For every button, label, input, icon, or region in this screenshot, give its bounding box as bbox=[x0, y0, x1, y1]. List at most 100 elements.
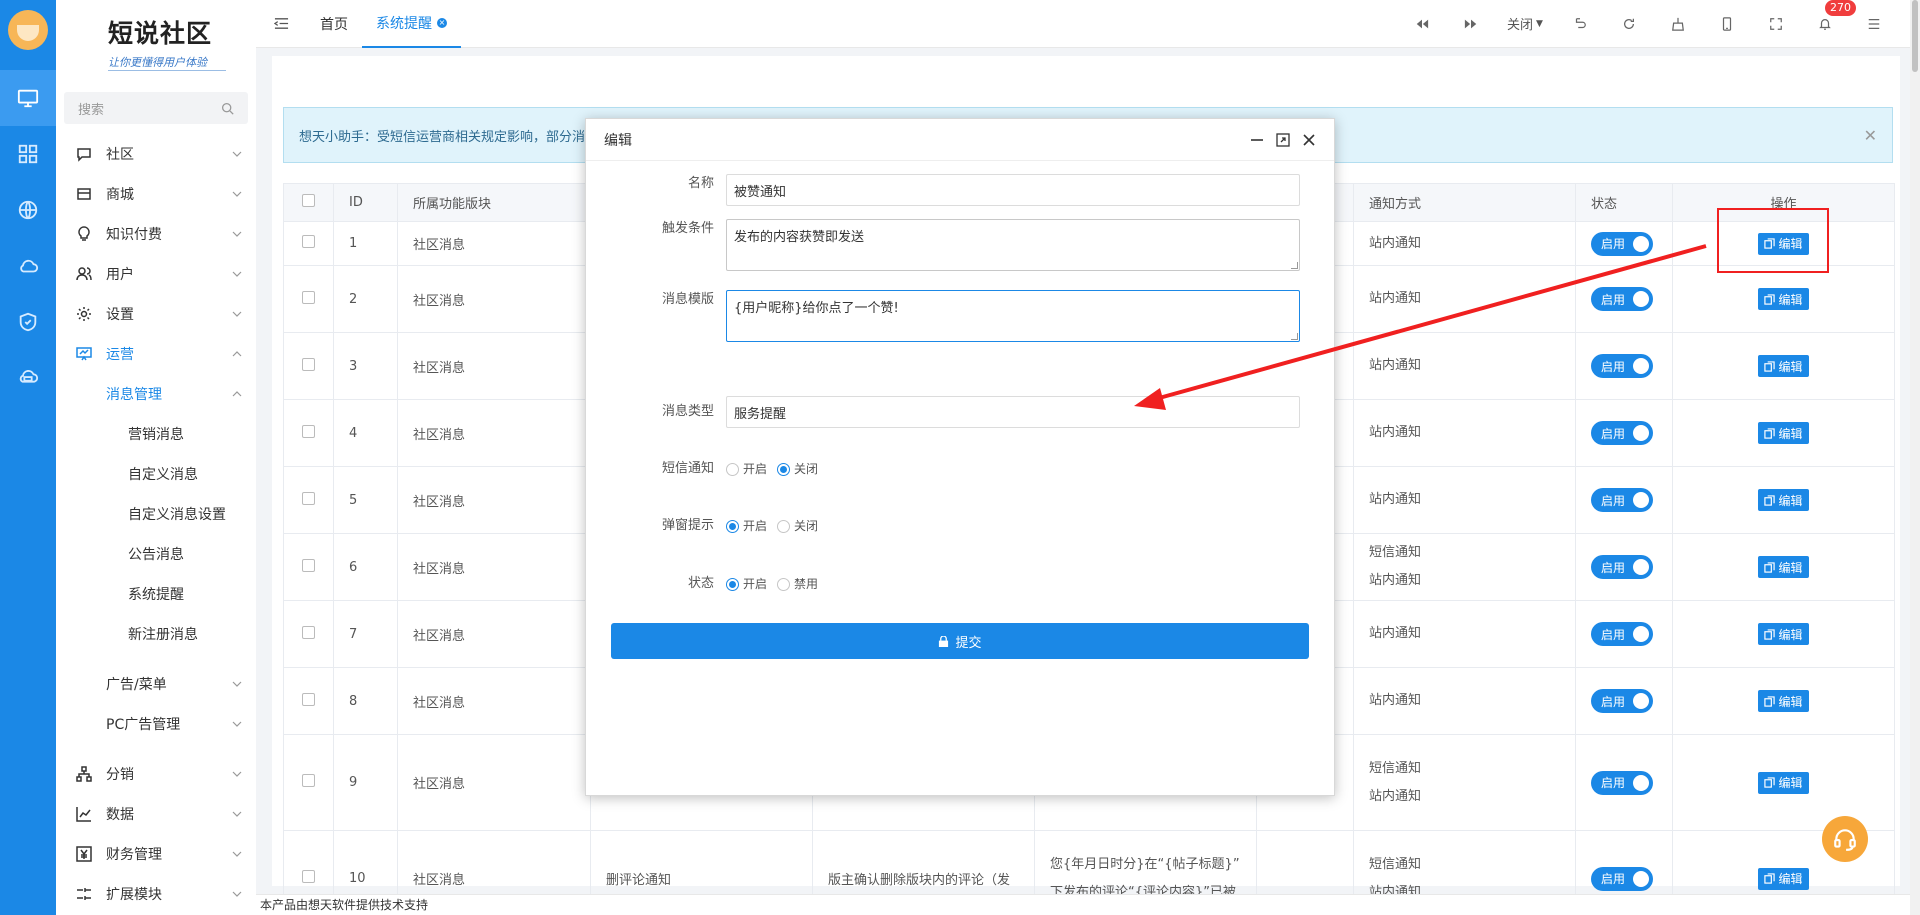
menu-data[interactable]: 数据 bbox=[56, 794, 256, 834]
tab-system-reminder[interactable]: 系统提醒 × bbox=[362, 0, 461, 48]
row-checkbox[interactable] bbox=[302, 424, 315, 438]
status-toggle[interactable]: 启用 bbox=[1591, 622, 1653, 646]
menu-distribution[interactable]: 分销 bbox=[56, 754, 256, 794]
more-menu-button[interactable] bbox=[1849, 17, 1898, 31]
row-checkbox-cell[interactable] bbox=[283, 533, 334, 601]
menu-new-registration-messages[interactable]: 新注册消息 bbox=[56, 614, 256, 654]
menu-message-management[interactable]: 消息管理 bbox=[56, 374, 256, 414]
status-toggle[interactable]: 启用 bbox=[1591, 555, 1653, 579]
menu-mall[interactable]: 商城 bbox=[56, 174, 256, 214]
row-checkbox-cell[interactable] bbox=[283, 667, 334, 735]
menu-custom-message-settings[interactable]: 自定义消息设置 bbox=[56, 494, 256, 534]
row-checkbox[interactable] bbox=[302, 357, 315, 371]
row-checkbox[interactable] bbox=[302, 625, 315, 639]
row-checkbox-cell[interactable] bbox=[283, 600, 334, 668]
row-checkbox-cell[interactable] bbox=[283, 399, 334, 467]
menu-pc-ads[interactable]: PC广告管理 bbox=[56, 704, 256, 744]
edit-button[interactable]: 编辑 bbox=[1758, 623, 1809, 645]
notifications-button[interactable]: 270 bbox=[1800, 0, 1856, 31]
menu-community[interactable]: 社区 bbox=[56, 134, 256, 174]
row-checkbox[interactable] bbox=[302, 558, 315, 572]
edit-button[interactable]: 编辑 bbox=[1758, 288, 1809, 310]
menu-extensions[interactable]: 扩展模块 bbox=[56, 874, 256, 914]
status-on-radio[interactable] bbox=[726, 577, 739, 591]
status-toggle[interactable]: 启用 bbox=[1591, 770, 1653, 795]
close-tabs-dropdown[interactable]: 关闭 ▼ bbox=[1495, 14, 1555, 33]
popup-on-radio[interactable] bbox=[726, 519, 739, 533]
menu-search-input[interactable]: 搜索 bbox=[64, 92, 248, 124]
status-toggle[interactable]: 启用 bbox=[1591, 287, 1653, 311]
maximize-icon[interactable] bbox=[1276, 132, 1290, 147]
sms-on-label[interactable]: 开启 bbox=[743, 459, 767, 479]
close-icon[interactable] bbox=[1302, 133, 1316, 147]
scroll-left-button[interactable] bbox=[1397, 17, 1446, 31]
status-toggle[interactable]: 启用 bbox=[1591, 354, 1653, 378]
brand-avatar-logo[interactable] bbox=[8, 10, 48, 50]
popup-on-label[interactable]: 开启 bbox=[743, 516, 767, 536]
resize-grip-icon[interactable] bbox=[1291, 333, 1298, 340]
row-checkbox-cell[interactable] bbox=[283, 734, 334, 831]
edit-button[interactable]: 编辑 bbox=[1758, 771, 1809, 794]
notice-close-icon[interactable]: ✕ bbox=[1864, 126, 1877, 145]
select-all-checkbox[interactable] bbox=[302, 194, 315, 207]
popup-off-label[interactable]: 关闭 bbox=[794, 516, 818, 536]
tab-close-icon[interactable]: × bbox=[437, 17, 447, 28]
status-toggle[interactable]: 启用 bbox=[1591, 488, 1653, 512]
scrollbar-thumb[interactable] bbox=[1912, 0, 1918, 72]
shield-icon[interactable] bbox=[0, 294, 56, 350]
minimize-icon[interactable] bbox=[1250, 133, 1264, 147]
row-checkbox[interactable] bbox=[302, 692, 315, 706]
status-toggle[interactable]: 启用 bbox=[1591, 689, 1653, 713]
status-disabled-label[interactable]: 禁用 bbox=[794, 574, 818, 594]
select-all-checkbox-cell[interactable] bbox=[283, 183, 334, 222]
clear-cache-button[interactable] bbox=[1653, 17, 1702, 31]
edit-button[interactable]: 编辑 bbox=[1758, 690, 1809, 712]
status-disabled-radio[interactable] bbox=[777, 577, 791, 591]
menu-system-reminders[interactable]: 系统提醒 bbox=[56, 574, 256, 614]
back-button[interactable] bbox=[1555, 17, 1604, 31]
mobile-preview-button[interactable] bbox=[1702, 16, 1751, 31]
template-textarea[interactable]: {用户昵称}给你点了一个赞! bbox=[726, 290, 1300, 342]
status-toggle[interactable]: 启用 bbox=[1591, 866, 1653, 891]
menu-operations[interactable]: 运营 bbox=[56, 334, 256, 374]
name-input[interactable]: 被赞通知 bbox=[726, 174, 1300, 206]
monitor-icon[interactable] bbox=[0, 70, 56, 126]
row-checkbox[interactable] bbox=[302, 870, 315, 883]
row-checkbox-cell[interactable] bbox=[283, 221, 334, 266]
row-checkbox-cell[interactable] bbox=[283, 332, 334, 400]
edit-button[interactable]: 编辑 bbox=[1758, 556, 1809, 578]
globe-icon[interactable] bbox=[0, 182, 56, 238]
edit-button[interactable]: 编辑 bbox=[1758, 489, 1809, 511]
row-checkbox[interactable] bbox=[302, 290, 315, 304]
row-checkbox[interactable] bbox=[302, 235, 315, 248]
menu-knowledge[interactable]: 知识付费 bbox=[56, 214, 256, 254]
fullscreen-button[interactable] bbox=[1751, 17, 1800, 31]
row-checkbox-cell[interactable] bbox=[283, 466, 334, 534]
tab-home[interactable]: 首页 bbox=[306, 0, 362, 48]
menu-custom-messages[interactable]: 自定义消息 bbox=[56, 454, 256, 494]
edit-button[interactable]: 编辑 bbox=[1758, 355, 1809, 377]
edit-button[interactable]: 编辑 bbox=[1758, 867, 1809, 890]
status-toggle[interactable]: 启用 bbox=[1591, 231, 1653, 256]
status-on-label[interactable]: 开启 bbox=[743, 574, 767, 594]
edit-button[interactable]: 编辑 bbox=[1758, 422, 1809, 444]
sms-off-label[interactable]: 关闭 bbox=[794, 459, 818, 479]
cloud-icon[interactable] bbox=[0, 238, 56, 294]
menu-ads[interactable]: 广告/菜单 bbox=[56, 664, 256, 704]
sms-off-radio[interactable] bbox=[777, 462, 791, 476]
submit-button[interactable]: 提交 bbox=[611, 623, 1309, 659]
refresh-button[interactable] bbox=[1604, 17, 1653, 31]
menu-fold-button[interactable] bbox=[256, 16, 306, 31]
resize-grip-icon[interactable] bbox=[1291, 262, 1298, 269]
grid-icon[interactable] bbox=[0, 126, 56, 182]
cloud-server-icon[interactable] bbox=[0, 350, 56, 406]
sms-on-radio[interactable] bbox=[726, 462, 739, 476]
status-toggle[interactable]: 启用 bbox=[1591, 421, 1653, 445]
message-type-input[interactable]: 服务提醒 bbox=[726, 396, 1300, 428]
menu-announcements[interactable]: 公告消息 bbox=[56, 534, 256, 574]
page-scrollbar[interactable] bbox=[1910, 0, 1920, 915]
scroll-right-button[interactable] bbox=[1446, 17, 1495, 31]
trigger-textarea[interactable]: 发布的内容获赞即发送 bbox=[726, 219, 1300, 271]
menu-users[interactable]: 用户 bbox=[56, 254, 256, 294]
menu-marketing-messages[interactable]: 营销消息 bbox=[56, 414, 256, 454]
